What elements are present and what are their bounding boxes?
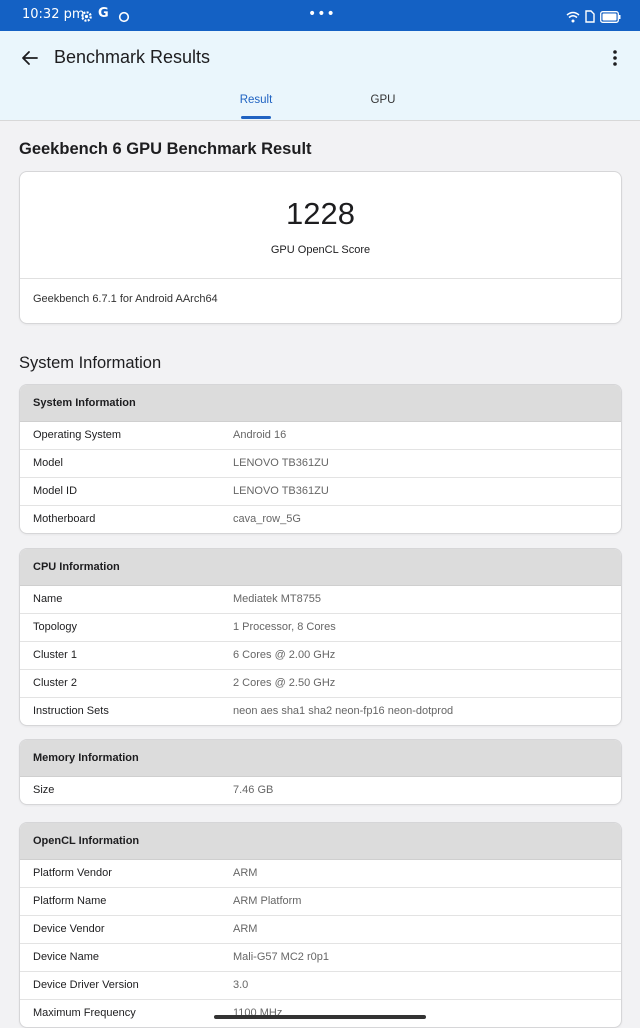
wifi-icon bbox=[566, 8, 580, 27]
row-value: LENOVO TB361ZU bbox=[233, 485, 329, 497]
table-row: Instruction Sets neon aes sha1 sha2 neon-… bbox=[20, 698, 621, 725]
row-key: Model bbox=[33, 457, 63, 469]
row-key: Name bbox=[33, 593, 63, 605]
row-key: Device Name bbox=[33, 951, 100, 963]
home-indicator[interactable] bbox=[214, 1015, 426, 1019]
row-value: Mediatek MT8755 bbox=[233, 593, 322, 605]
status-time: 10:32 pm bbox=[22, 7, 85, 22]
score-label: GPU OpenCL Score bbox=[270, 244, 371, 256]
divider bbox=[20, 278, 621, 279]
row-value: 2 Cores @ 2.50 GHz bbox=[233, 677, 336, 689]
row-value: LENOVO TB361ZU bbox=[233, 457, 329, 469]
page-title: Benchmark Results bbox=[54, 47, 211, 67]
row-key: Motherboard bbox=[33, 513, 96, 525]
memory-information-card: Memory Information Size 7.46 GB bbox=[19, 739, 622, 805]
table-row: Device Name Mali-G57 MC2 r0p1 bbox=[20, 944, 621, 972]
score-card: 1228 GPU OpenCL Score Geekbench 6.7.1 fo… bbox=[19, 171, 622, 324]
row-key: Instruction Sets bbox=[33, 705, 109, 717]
more-options-button[interactable] bbox=[604, 46, 626, 70]
row-value: cava_row_5G bbox=[233, 513, 301, 525]
battery-icon bbox=[600, 8, 621, 27]
google-g-icon: G bbox=[98, 6, 109, 21]
card-header: CPU Information bbox=[20, 549, 621, 586]
table-row: Platform Name ARM Platform bbox=[20, 888, 621, 916]
table-row: Device Vendor ARM bbox=[20, 916, 621, 944]
table-row: Cluster 1 6 Cores @ 2.00 GHz bbox=[20, 642, 621, 670]
table-row: Model LENOVO TB361ZU bbox=[20, 450, 621, 478]
more-dots: ••• bbox=[308, 6, 336, 22]
more-vert-icon bbox=[613, 50, 617, 66]
back-button[interactable] bbox=[18, 46, 42, 70]
divider bbox=[0, 120, 640, 121]
gpu-score: 1228 bbox=[286, 196, 355, 231]
row-value: 7.46 GB bbox=[233, 784, 274, 796]
row-key: Device Driver Version bbox=[33, 979, 139, 991]
status-bar: 10:32 pm G ••• bbox=[0, 0, 640, 31]
card-header: System Information bbox=[20, 385, 621, 422]
row-key: Topology bbox=[33, 621, 78, 633]
tab-result[interactable]: Result bbox=[216, 94, 296, 106]
row-value: 1 Processor, 8 Cores bbox=[233, 621, 336, 633]
row-key: Platform Vendor bbox=[33, 867, 112, 879]
row-key: Cluster 1 bbox=[33, 649, 78, 661]
row-value: Android 16 bbox=[233, 429, 287, 441]
row-value: 3.0 bbox=[233, 979, 249, 991]
result-heading: Geekbench 6 GPU Benchmark Result bbox=[19, 140, 312, 158]
tab-gpu[interactable]: GPU bbox=[343, 94, 423, 106]
table-row: Cluster 2 2 Cores @ 2.50 GHz bbox=[20, 670, 621, 698]
table-row: Name Mediatek MT8755 bbox=[20, 586, 621, 614]
table-row: Operating System Android 16 bbox=[20, 422, 621, 450]
row-key: Platform Name bbox=[33, 895, 107, 907]
row-key: Device Vendor bbox=[33, 923, 105, 935]
table-row: Motherboard cava_row_5G bbox=[20, 506, 621, 533]
table-row: Size 7.46 GB bbox=[20, 777, 621, 804]
card-header: OpenCL Information bbox=[20, 823, 621, 860]
app-bar: Benchmark Results Result GPU bbox=[0, 31, 640, 120]
opencl-information-card: OpenCL Information Platform Vendor ARM Pl… bbox=[19, 822, 622, 1028]
row-key: Operating System bbox=[33, 429, 122, 441]
tab-indicator bbox=[241, 116, 271, 119]
table-row: Platform Vendor ARM bbox=[20, 860, 621, 888]
row-value: ARM Platform bbox=[233, 895, 302, 907]
sim-icon bbox=[585, 8, 595, 27]
table-row: Topology 1 Processor, 8 Cores bbox=[20, 614, 621, 642]
row-key: Cluster 2 bbox=[33, 677, 78, 689]
row-value: Mali-G57 MC2 r0p1 bbox=[233, 951, 329, 963]
version-text: Geekbench 6.7.1 for Android AArch64 bbox=[33, 293, 218, 305]
arrow-left-icon bbox=[22, 51, 38, 65]
row-value: neon aes sha1 sha2 neon-fp16 neon-dotpro… bbox=[233, 705, 454, 717]
row-key: Size bbox=[33, 784, 55, 796]
row-value: ARM bbox=[233, 923, 258, 935]
row-key: Model ID bbox=[33, 485, 78, 497]
system-information-card: System Information Operating System Andro… bbox=[19, 384, 622, 534]
row-value: ARM bbox=[233, 867, 258, 879]
settings-gear-icon bbox=[80, 8, 93, 27]
table-row: Device Driver Version 3.0 bbox=[20, 972, 621, 1000]
sync-circle-icon bbox=[118, 8, 130, 27]
row-key: Maximum Frequency bbox=[33, 1007, 136, 1019]
row-value: 6 Cores @ 2.00 GHz bbox=[233, 649, 336, 661]
card-header: Memory Information bbox=[20, 740, 621, 777]
system-information-heading: System Information bbox=[19, 354, 162, 372]
table-row: Model ID LENOVO TB361ZU bbox=[20, 478, 621, 506]
cpu-information-card: CPU Information Name Mediatek MT8755 Topo… bbox=[19, 548, 622, 726]
table-row: Maximum Frequency 1100 MHz bbox=[20, 1000, 621, 1027]
